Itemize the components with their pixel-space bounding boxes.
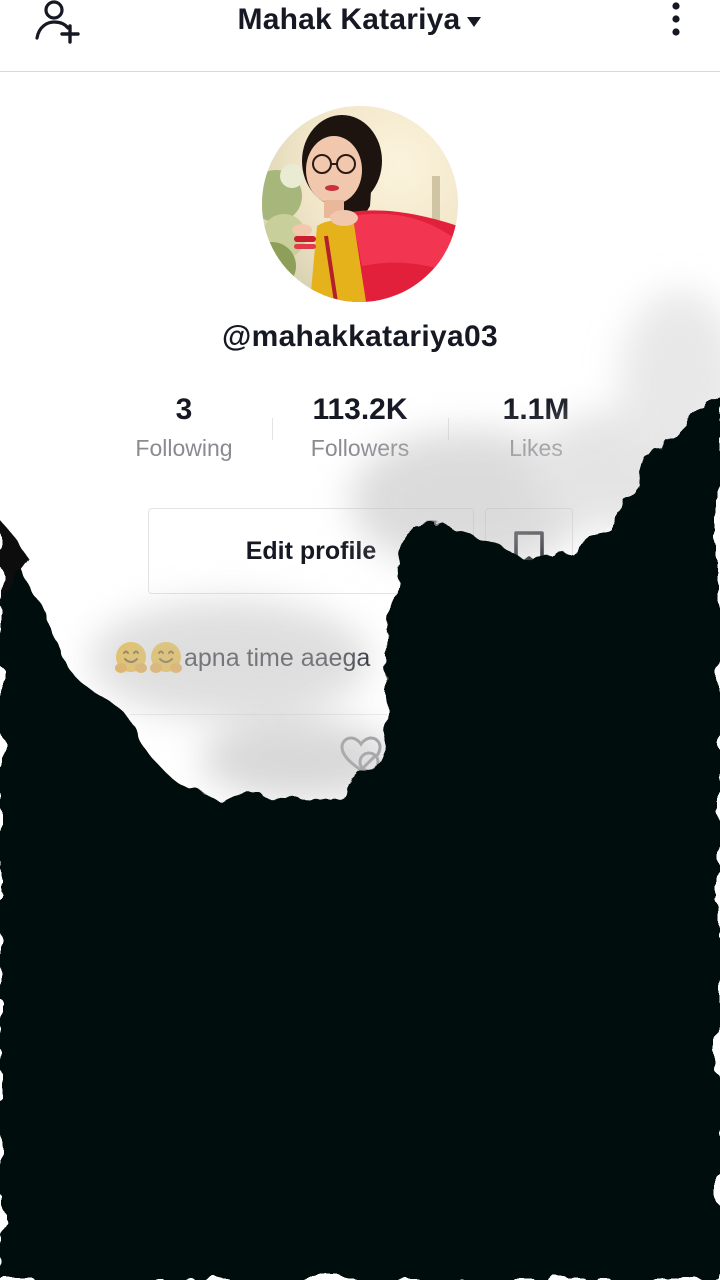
bio-text: apna time aaega (184, 644, 371, 672)
top-bar: Mahak Katariya (0, 0, 720, 72)
likes-label: Likes (509, 435, 563, 461)
profile-screen: Mahak Katariya @mahakkatariya03 3 Follow… (0, 0, 720, 1280)
stats-row: 3 Following 113.2K Followers 1.1M Likes (96, 392, 624, 472)
account-switcher[interactable]: Mahak Katariya (0, 0, 720, 40)
following-count: 3 (175, 393, 193, 426)
bookmark-button[interactable] (485, 508, 573, 594)
bookmark-icon (514, 531, 544, 570)
more-vertical-icon[interactable] (664, 0, 688, 44)
tabs-divider (130, 714, 590, 715)
hugging-face-emoji-icon (115, 642, 147, 673)
page-title: Mahak Katariya (237, 3, 461, 36)
following-label: Following (135, 435, 233, 461)
username: @mahakkatariya03 (222, 320, 498, 353)
liked-videos-icon[interactable] (340, 736, 382, 774)
stat-likes[interactable]: 1.1M Likes (448, 392, 624, 462)
followers-label: Followers (310, 435, 410, 461)
stat-following[interactable]: 3 Following (96, 392, 272, 462)
hugging-face-emoji-icon (150, 642, 182, 673)
likes-count: 1.1M (502, 393, 570, 426)
stat-followers[interactable]: 113.2K Followers (272, 392, 448, 462)
edit-profile-button[interactable]: Edit profile (148, 508, 474, 594)
bio: apna time aaega (114, 640, 370, 676)
caret-down-icon (467, 17, 482, 27)
avatar[interactable] (262, 106, 458, 302)
followers-count: 113.2K (312, 393, 408, 426)
